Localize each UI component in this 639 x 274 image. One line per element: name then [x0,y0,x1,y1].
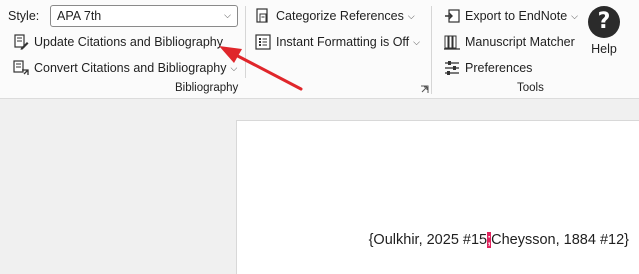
chevron-down-icon: ⌵ [571,10,578,21]
export-to-endnote-label: Export to EndNote [465,9,568,23]
help-label: Help [591,42,617,56]
help-icon: ? [588,6,620,38]
citation-part-1: {Oulkhir, 2025 #15 [368,232,488,248]
categorize-references-label: Categorize References [276,9,404,23]
separator [431,6,432,94]
export-to-endnote-button[interactable]: Export to EndNote ⌵ [441,5,580,27]
tools-group-title: Tools [517,82,544,94]
manuscript-matcher-label: Manuscript Matcher [465,35,575,49]
citation-part-2: Cheysson, 1884 #12} [491,232,629,248]
formatting-list-icon [254,33,272,51]
chevron-down-icon: ⌵ [413,36,420,47]
style-select[interactable]: APA 7th ⌵ [50,5,238,27]
convert-document-icon [12,59,30,77]
update-citations-button[interactable]: Update Citations and Bibliography [10,31,225,53]
preferences-button[interactable]: Preferences [441,57,534,79]
style-select-value: APA 7th [57,9,102,23]
dialog-launcher-icon[interactable] [420,85,429,94]
preferences-label: Preferences [465,61,533,75]
separator [245,6,246,78]
export-icon [443,7,461,25]
endnote-ribbon: Style: APA 7th ⌵ Update Citations and Bi… [0,0,639,99]
citation-text[interactable]: {Oulkhir, 2025 #15;Cheysson, 1884 #12} [369,232,629,248]
categorize-icon [254,7,272,25]
document-page[interactable]: {Oulkhir, 2025 #15;Cheysson, 1884 #12} [236,120,639,274]
help-button[interactable]: ? Help [584,6,624,56]
convert-citations-button[interactable]: Convert Citations and Bibliography ⌵ [10,57,239,79]
instant-formatting-button[interactable]: Instant Formatting is Off ⌵ [252,31,422,53]
books-icon [443,33,461,51]
instant-formatting-label: Instant Formatting is Off [276,35,410,49]
chevron-down-icon: ⌵ [230,62,238,73]
categorize-references-button[interactable]: Categorize References ⌵ [252,5,417,27]
style-label: Style: [8,9,40,23]
convert-citations-label: Convert Citations and Bibliography [34,61,227,75]
chevron-down-icon: ⌵ [407,10,415,21]
update-document-icon [12,33,30,51]
bibliography-group-title: Bibliography [175,82,239,94]
chevron-down-icon: ⌵ [224,10,231,20]
manuscript-matcher-button[interactable]: Manuscript Matcher [441,31,577,53]
sliders-icon [443,59,461,77]
update-citations-label: Update Citations and Bibliography [34,35,224,49]
